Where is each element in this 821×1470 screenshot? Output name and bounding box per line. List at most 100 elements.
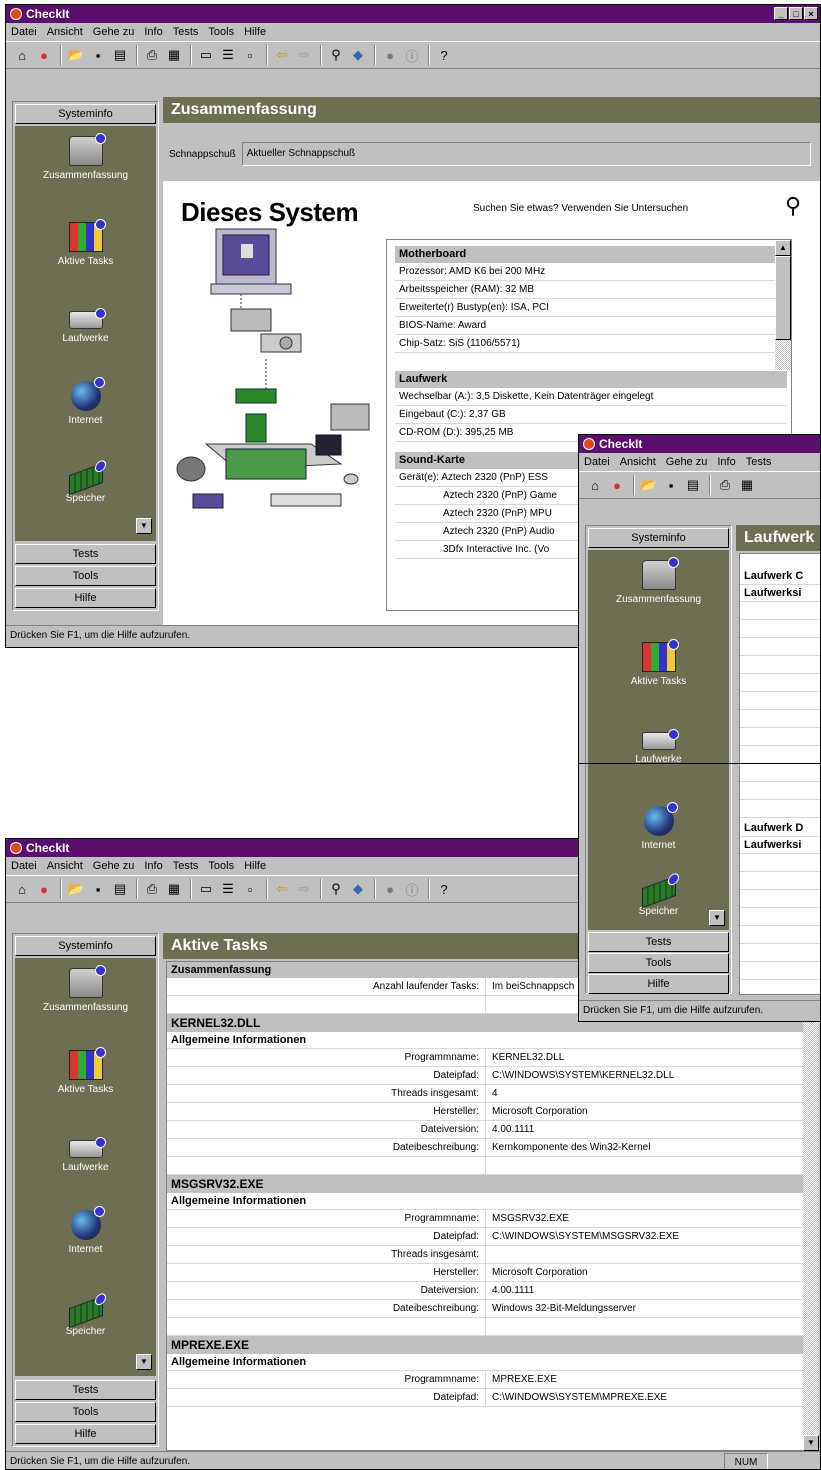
sidebar-scroll-down-button[interactable]: ▼ <box>136 518 152 534</box>
binoculars-search-icon[interactable]: ⚲ <box>785 193 801 219</box>
maximize-button[interactable]: □ <box>789 7 803 20</box>
menu-gehe-zu[interactable]: Gehe zu <box>88 860 140 872</box>
print-icon[interactable]: ⎙ <box>715 475 735 495</box>
print-preview-icon[interactable]: ▦ <box>737 475 757 495</box>
sidebar-item-internet[interactable]: Internet <box>588 802 729 851</box>
print-preview-icon[interactable]: ▦ <box>164 45 184 65</box>
print-icon[interactable]: ⎙ <box>142 45 162 65</box>
sidebar-item-aktive-tasks[interactable]: Aktive Tasks <box>15 1047 156 1095</box>
sidebar-tab-hilfe[interactable]: Hilfe <box>15 588 156 608</box>
sidebar-header-systeminfo[interactable]: Systeminfo <box>15 104 156 124</box>
menu-ansicht[interactable]: Ansicht <box>42 26 88 38</box>
sidebar-item-speicher[interactable]: Speicher <box>588 871 729 917</box>
checkit-icon[interactable]: ● <box>607 475 627 495</box>
forward-arrow-icon[interactable]: ⇨ <box>294 879 314 899</box>
menu-gehe-zu[interactable]: Gehe zu <box>88 26 140 38</box>
sidebar-item-speicher[interactable]: Speicher <box>15 458 156 504</box>
menu-tests[interactable]: Tests <box>741 456 777 468</box>
document-icon[interactable]: ▤ <box>683 475 703 495</box>
menu-tests[interactable]: Tests <box>168 860 204 872</box>
sidebar-item-speicher[interactable]: Speicher <box>15 1291 156 1337</box>
print-preview-icon[interactable]: ▦ <box>164 879 184 899</box>
view-list-icon[interactable]: ☰ <box>218 879 238 899</box>
sidebar-item-aktive-tasks[interactable]: Aktive Tasks <box>588 639 729 687</box>
sidebar-tab-hilfe[interactable]: Hilfe <box>15 1424 156 1444</box>
document-icon[interactable]: ▤ <box>110 879 130 899</box>
menu-gehe-zu[interactable]: Gehe zu <box>661 456 713 468</box>
checkit-icon[interactable]: ● <box>34 879 54 899</box>
menu-hilfe[interactable]: Hilfe <box>239 26 271 38</box>
open-icon[interactable]: 📂 <box>639 475 659 495</box>
stop-icon[interactable]: ● <box>380 879 400 899</box>
scroll-down-button[interactable]: ▼ <box>803 1435 819 1451</box>
forward-arrow-icon[interactable]: ⇨ <box>294 45 314 65</box>
sidebar-item-zusammenfassung[interactable]: Zusammenfassung <box>15 133 156 181</box>
checkit-icon[interactable]: ● <box>34 45 54 65</box>
home-icon[interactable]: ⌂ <box>12 879 32 899</box>
menu-ansicht[interactable]: Ansicht <box>615 456 661 468</box>
home-icon[interactable]: ⌂ <box>585 475 605 495</box>
info-icon[interactable]: ⓘ <box>402 45 422 65</box>
scroll-thumb[interactable] <box>775 256 791 340</box>
back-arrow-icon[interactable]: ⇦ <box>272 879 292 899</box>
sidebar-tab-tools[interactable]: Tools <box>15 1402 156 1422</box>
save-icon[interactable]: ▪ <box>88 45 108 65</box>
help-icon[interactable]: ? <box>434 45 454 65</box>
sidebar-tab-tests[interactable]: Tests <box>15 1380 156 1400</box>
vertical-scrollbar[interactable]: ▲ <box>775 240 791 370</box>
menu-info[interactable]: Info <box>139 860 167 872</box>
view-large-icon[interactable]: ▭ <box>196 879 216 899</box>
stop-icon[interactable]: ● <box>380 45 400 65</box>
sidebar-item-zusammenfassung[interactable]: Zusammenfassung <box>588 557 729 605</box>
minimize-button[interactable]: _ <box>774 7 788 20</box>
title-bar[interactable]: CheckIt <box>579 435 820 453</box>
view-list-icon[interactable]: ☰ <box>218 45 238 65</box>
test-icon[interactable]: ◆ <box>348 879 368 899</box>
save-icon[interactable]: ▪ <box>88 879 108 899</box>
sidebar-tab-tests[interactable]: Tests <box>588 932 729 952</box>
test-icon[interactable]: ◆ <box>348 45 368 65</box>
snapshot-select[interactable]: Aktueller Schnappschuß <box>241 142 811 166</box>
menu-hilfe[interactable]: Hilfe <box>239 860 271 872</box>
sidebar-header-systeminfo[interactable]: Systeminfo <box>15 936 156 956</box>
save-icon[interactable]: ▪ <box>661 475 681 495</box>
sidebar-item-internet[interactable]: Internet <box>15 1206 156 1255</box>
menu-tools[interactable]: Tools <box>203 26 239 38</box>
sidebar-item-aktive-tasks[interactable]: Aktive Tasks <box>15 219 156 267</box>
sidebar-tab-hilfe[interactable]: Hilfe <box>588 974 729 994</box>
sidebar-header-systeminfo[interactable]: Systeminfo <box>588 528 729 548</box>
sidebar-item-laufwerke[interactable]: Laufwerke <box>15 301 156 344</box>
sidebar-item-laufwerke[interactable]: Laufwerke <box>15 1130 156 1173</box>
binoculars-icon[interactable]: ⚲ <box>326 45 346 65</box>
view-small-icon[interactable]: ▫ <box>240 45 260 65</box>
menu-datei[interactable]: Datei <box>6 860 42 872</box>
home-icon[interactable]: ⌂ <box>12 45 32 65</box>
sidebar-tab-tools[interactable]: Tools <box>588 953 729 973</box>
print-icon[interactable]: ⎙ <box>142 879 162 899</box>
menu-datei[interactable]: Datei <box>6 26 42 38</box>
scroll-up-button[interactable]: ▲ <box>775 240 791 256</box>
menu-ansicht[interactable]: Ansicht <box>42 860 88 872</box>
view-large-icon[interactable]: ▭ <box>196 45 216 65</box>
menu-tools[interactable]: Tools <box>203 860 239 872</box>
title-bar[interactable]: CheckIt _ □ × <box>6 5 820 23</box>
menu-datei[interactable]: Datei <box>579 456 615 468</box>
binoculars-icon[interactable]: ⚲ <box>326 879 346 899</box>
open-icon[interactable]: 📂 <box>66 879 86 899</box>
open-icon[interactable]: 📂 <box>66 45 86 65</box>
sidebar-tab-tools[interactable]: Tools <box>15 566 156 586</box>
sidebar-item-laufwerke[interactable]: Laufwerke <box>588 722 729 763</box>
sidebar-scroll-down-button[interactable]: ▼ <box>709 910 725 926</box>
sidebar-tab-tests[interactable]: Tests <box>15 544 156 564</box>
help-icon[interactable]: ? <box>434 879 454 899</box>
document-icon[interactable]: ▤ <box>110 45 130 65</box>
menu-info[interactable]: Info <box>712 456 740 468</box>
info-icon[interactable]: ⓘ <box>402 879 422 899</box>
close-button[interactable]: × <box>804 7 818 20</box>
sidebar-item-internet[interactable]: Internet <box>15 377 156 426</box>
menu-tests[interactable]: Tests <box>168 26 204 38</box>
sidebar-item-zusammenfassung[interactable]: Zusammenfassung <box>15 965 156 1013</box>
sidebar-scroll-down-button[interactable]: ▼ <box>136 1354 152 1370</box>
view-small-icon[interactable]: ▫ <box>240 879 260 899</box>
menu-info[interactable]: Info <box>139 26 167 38</box>
